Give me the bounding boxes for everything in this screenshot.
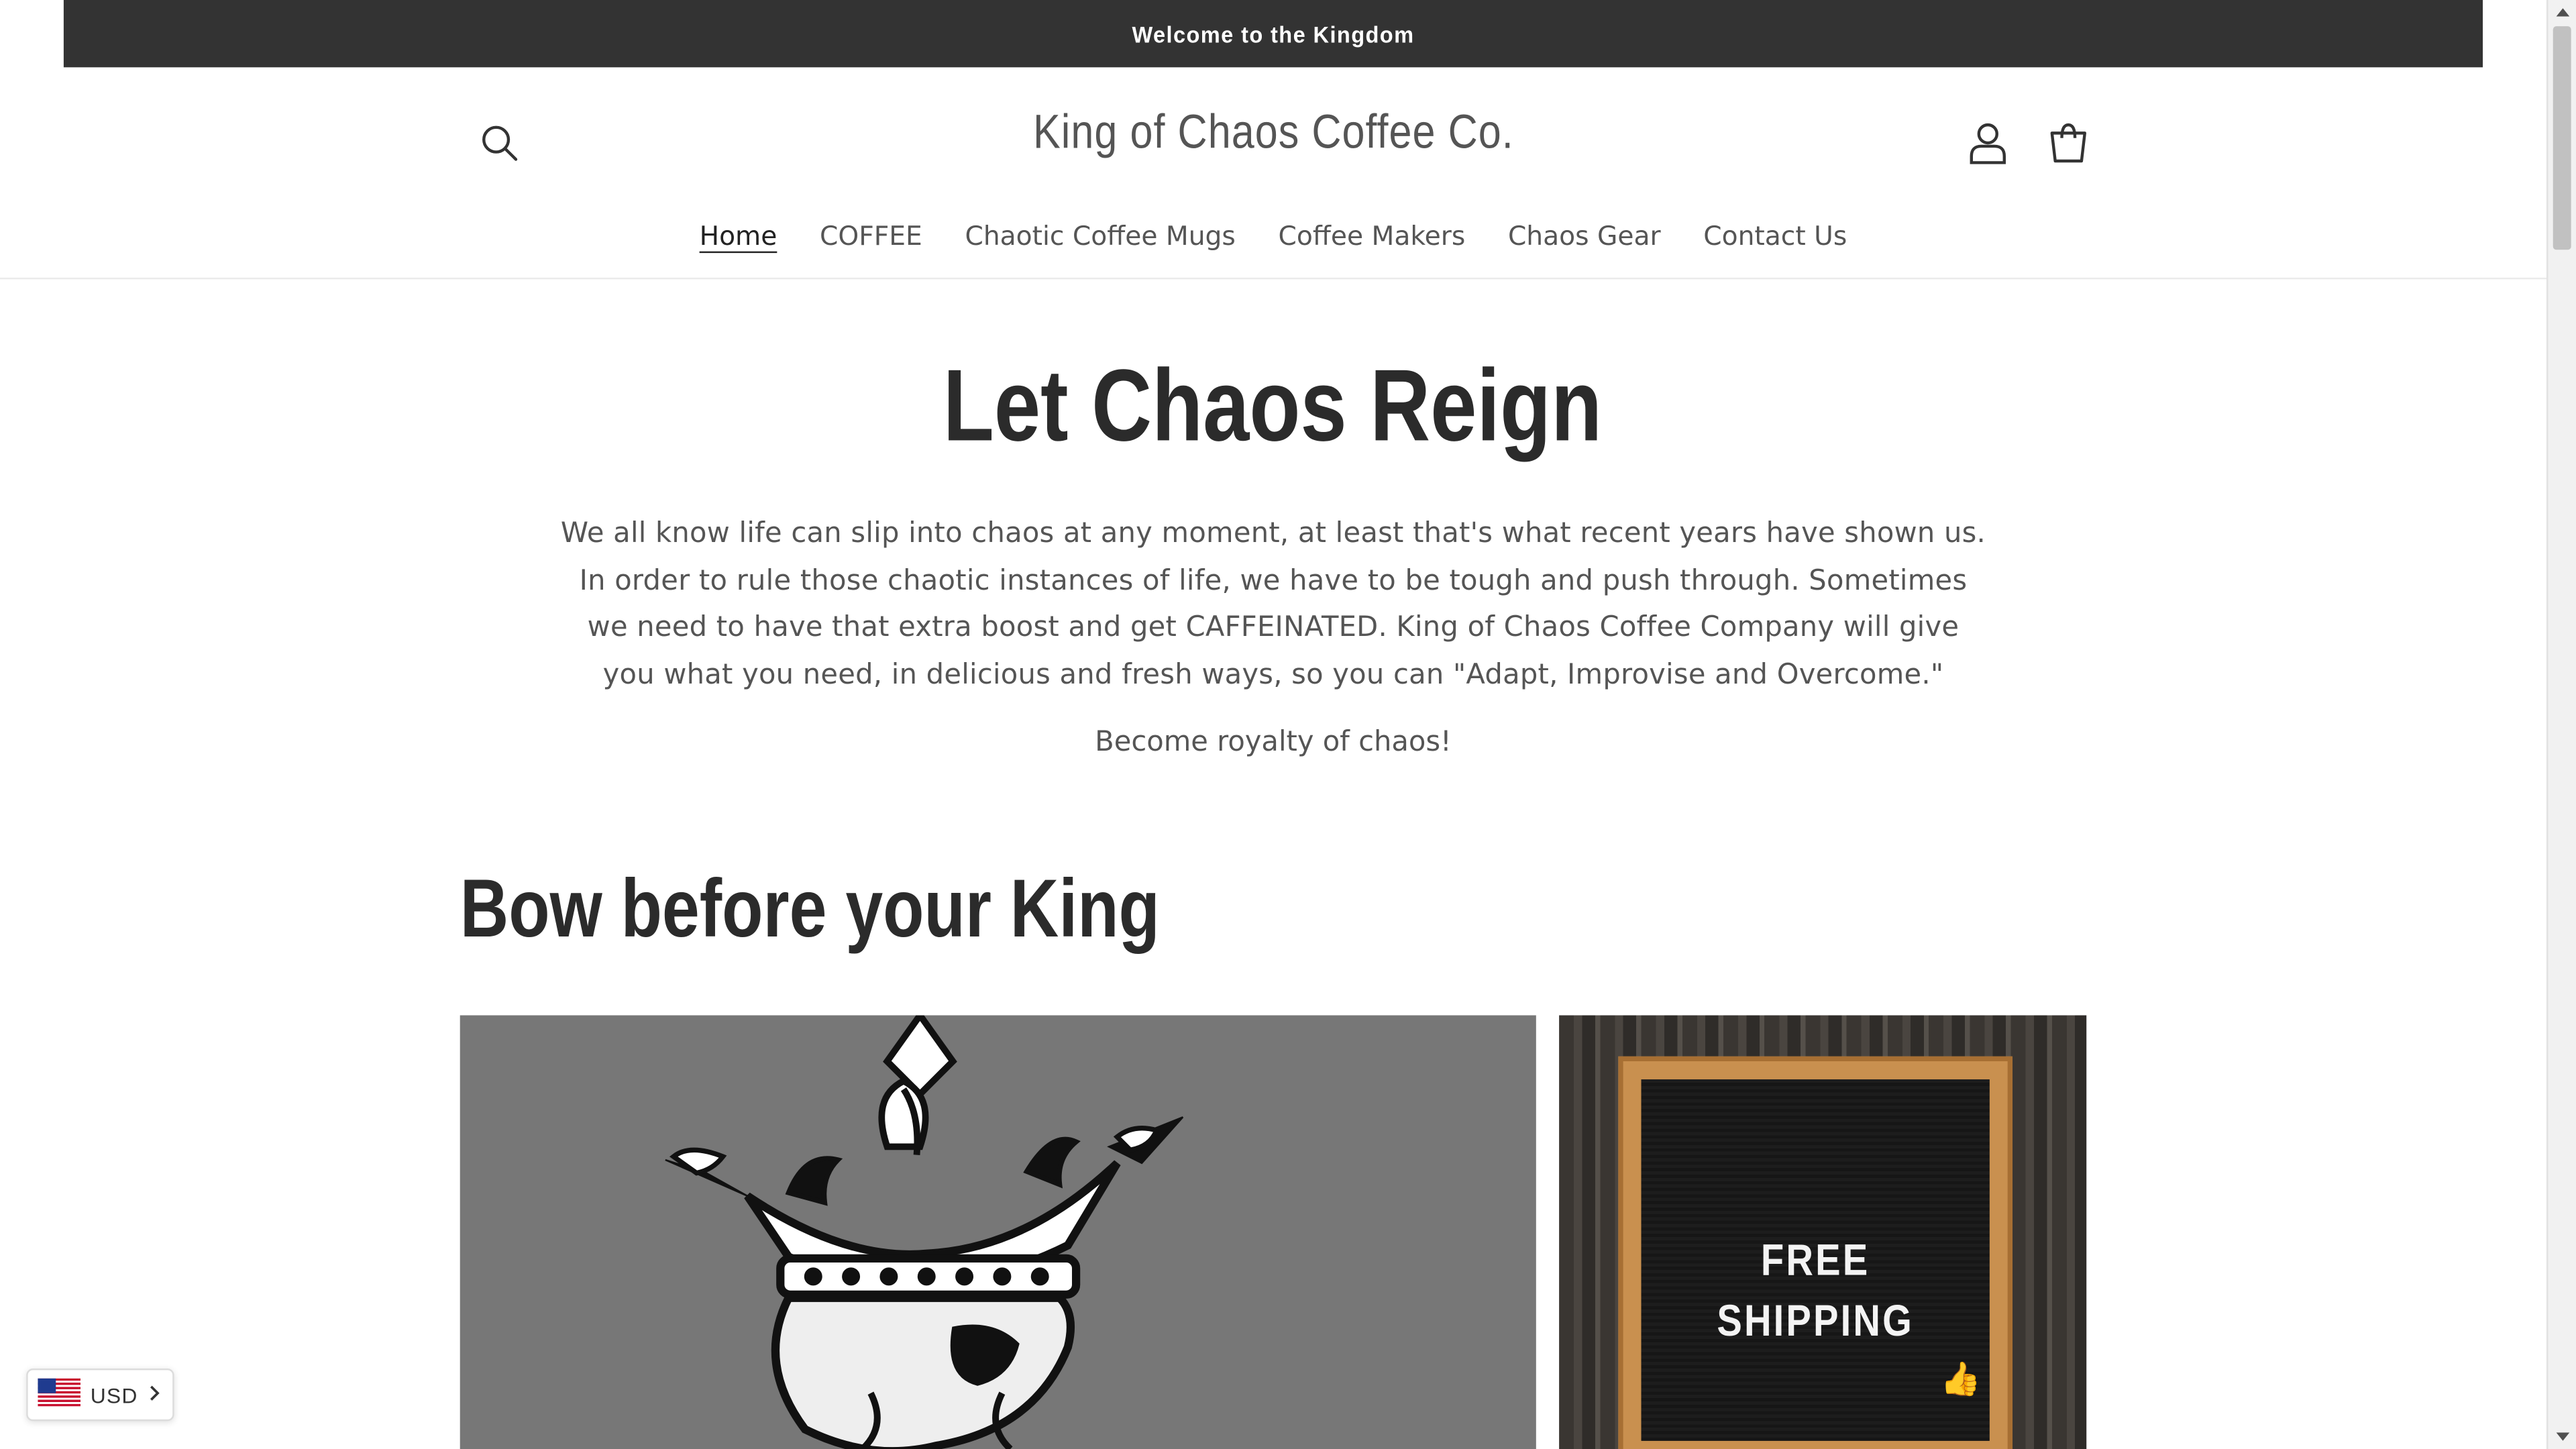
nav-home[interactable]: Home (700, 220, 777, 252)
us-flag-icon (38, 1378, 81, 1411)
scroll-up-icon[interactable] (2556, 8, 2570, 17)
currency-selector[interactable]: USD (26, 1368, 174, 1421)
letter-board: FREE SHIPPING 👍 (1618, 1056, 2013, 1449)
thumbs-up-icon: 👍 (1940, 1358, 1982, 1399)
announcement-bar: Welcome to the Kingdom (63, 0, 2483, 68)
announcement-text: Welcome to the Kingdom (1132, 20, 1415, 47)
hero-tagline: Become royalty of chaos! (1095, 726, 1452, 759)
king-skull-image[interactable] (460, 1015, 1536, 1449)
section-title: Bow before your King (460, 862, 1160, 955)
vertical-scrollbar[interactable] (2546, 0, 2576, 1449)
nav-coffee-makers[interactable]: Coffee Makers (1279, 220, 1466, 252)
currency-code: USD (90, 1382, 138, 1407)
free-shipping-text: FREE SHIPPING (1717, 1235, 1914, 1346)
cart-icon[interactable] (2041, 115, 2096, 170)
scroll-thumb[interactable] (2553, 26, 2571, 250)
nav-chaotic-coffee-mugs[interactable]: Chaotic Coffee Mugs (965, 220, 1235, 252)
hero-title: Let Chaos Reign (943, 350, 1603, 464)
nav-contact-us[interactable]: Contact Us (1703, 220, 1847, 252)
main-nav: Home COFFEE Chaotic Coffee Mugs Coffee M… (0, 220, 2546, 252)
free-shipping-image[interactable]: FREE SHIPPING 👍 (1559, 1015, 2087, 1449)
account-icon[interactable] (1960, 115, 2016, 170)
chevron-right-icon (148, 1383, 161, 1407)
hero-body: We all know life can slip into chaos at … (560, 517, 1986, 691)
site-header: King of Chaos Coffee Co. Home COFFEE Cha… (0, 67, 2546, 280)
brand-logo[interactable]: King of Chaos Coffee Co. (0, 107, 2546, 161)
scroll-down-icon[interactable] (2556, 1432, 2570, 1441)
nav-chaos-gear[interactable]: Chaos Gear (1508, 220, 1661, 252)
nav-coffee[interactable]: COFFEE (820, 220, 922, 252)
